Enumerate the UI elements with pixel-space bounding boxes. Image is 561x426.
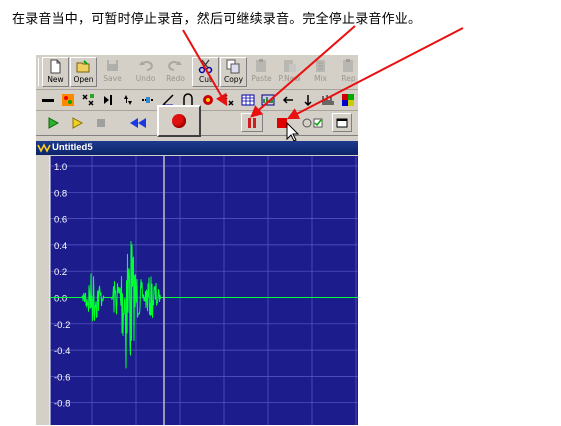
equalizer-icon	[241, 94, 255, 106]
open-folder-icon	[76, 60, 90, 73]
play-button[interactable]	[42, 113, 64, 132]
mix-button[interactable]: Mix	[307, 57, 334, 87]
record-icon	[172, 114, 186, 128]
replace-button[interactable]: Rep	[335, 57, 358, 87]
undo-button-label: Undo	[135, 74, 156, 83]
stretch-icon	[142, 97, 154, 103]
mix-icon	[316, 60, 325, 72]
tools-icon	[342, 94, 354, 106]
instruction-caption: 在录音当中，可暂时停止录音，然后可继续录音。完全停止录音作业。	[12, 12, 422, 27]
paste-button-label: Paste	[251, 74, 272, 83]
save-icon	[107, 60, 118, 71]
silence-button[interactable]	[40, 92, 56, 108]
paste-new-icon	[284, 60, 296, 72]
paste-button[interactable]: Paste	[248, 57, 275, 87]
undo-button[interactable]: Undo	[132, 57, 159, 87]
wave-file-icon	[37, 143, 51, 153]
amplify-button[interactable]	[120, 92, 136, 108]
record-settings-button[interactable]	[300, 113, 326, 132]
waveform-panel[interactable]: 1.0 0.8 0.6 0.4 0.2 0.0 -0.2 -0.4 -0.6 -0.8	[36, 156, 358, 425]
stop-recording-icon	[277, 117, 287, 128]
scissors-icon	[198, 59, 213, 74]
paste-icon	[256, 59, 266, 72]
vibrato-button[interactable]	[320, 92, 336, 108]
y-axis-label: 0.6	[54, 215, 67, 226]
noise-button[interactable]	[60, 92, 76, 108]
play-loop-icon	[72, 116, 83, 129]
paste-new-button-label: P.New	[278, 74, 301, 83]
copy-button-label: Copy	[223, 75, 244, 84]
window-icon	[336, 118, 348, 127]
audio-editor-window: New Open Save Undo Redo Cut Copy Paste P…	[36, 55, 358, 425]
window-mode-button[interactable]	[332, 113, 352, 132]
effects-button[interactable]	[200, 92, 216, 108]
play-icon	[48, 116, 59, 129]
new-button-label: New	[47, 75, 64, 84]
noise-icon	[62, 94, 74, 106]
normalize-button[interactable]	[80, 92, 96, 108]
open-button-label: Open	[73, 75, 94, 84]
y-axis-label: -0.2	[54, 320, 70, 331]
pause-button[interactable]	[241, 113, 263, 132]
y-axis-label: -0.6	[54, 372, 70, 383]
replace-button-label: Rep	[341, 74, 356, 83]
stop-recording-button[interactable]	[272, 113, 292, 132]
document-title-bar[interactable]: Untitled5	[36, 141, 358, 155]
redo-icon	[168, 61, 182, 71]
y-axis-label: -0.8	[54, 399, 70, 410]
silence-icon	[42, 99, 54, 102]
waveform-display[interactable]: 1.0 0.8 0.6 0.4 0.2 0.0 -0.2 -0.4 -0.6 -0.8	[36, 156, 358, 425]
invert-button[interactable]	[300, 92, 316, 108]
reverse-icon	[282, 96, 293, 104]
rewind-icon	[130, 117, 146, 128]
play-loop-button[interactable]	[66, 113, 88, 132]
rewind-button[interactable]	[126, 113, 150, 132]
open-button[interactable]: Open	[70, 57, 97, 87]
record-settings-icon	[302, 118, 323, 127]
save-button-label: Save	[103, 74, 122, 83]
new-file-icon	[50, 59, 61, 74]
effects-icon	[203, 95, 213, 105]
y-axis-label: 0.0	[54, 294, 67, 305]
amplify-icon	[124, 95, 132, 105]
y-axis-label: 0.4	[54, 241, 67, 252]
pause-icon	[248, 117, 256, 128]
undo-icon	[139, 61, 153, 71]
y-axis-label: -0.4	[54, 346, 70, 357]
replace-icon	[343, 59, 353, 72]
tools-button[interactable]	[340, 92, 356, 108]
insert-icon	[104, 95, 112, 105]
redo-button-label: Redo	[166, 74, 185, 83]
paste-new-button[interactable]: P.New	[276, 57, 303, 87]
copy-button[interactable]: Copy	[220, 57, 247, 87]
stop-playback-button[interactable]	[92, 113, 110, 132]
mix-button-label: Mix	[314, 74, 327, 83]
echo-button[interactable]	[220, 92, 236, 108]
copy-icon	[226, 59, 240, 74]
cut-button[interactable]: Cut	[192, 57, 219, 87]
invert-icon	[304, 95, 312, 107]
y-axis-label: 0.2	[54, 267, 67, 278]
echo-icon	[222, 94, 234, 106]
spectrum-button[interactable]	[260, 92, 276, 108]
stretch-button[interactable]	[140, 92, 156, 108]
document-title: Untitled5	[52, 142, 93, 153]
y-axis-label: 1.0	[54, 162, 67, 173]
record-button[interactable]	[157, 105, 201, 137]
normalize-icon	[82, 94, 94, 106]
insert-button[interactable]	[100, 92, 116, 108]
main-toolbar: New Open Save Undo Redo Cut Copy Paste P…	[36, 55, 358, 90]
spectrum-icon	[261, 94, 275, 106]
vibrato-icon	[322, 95, 334, 105]
redo-button[interactable]: Redo	[162, 57, 189, 87]
reverse-button[interactable]	[280, 92, 296, 108]
cut-button-label: Cut	[199, 75, 212, 84]
equalizer-button[interactable]	[240, 92, 256, 108]
save-button[interactable]: Save	[99, 57, 126, 87]
y-axis-label: 0.8	[54, 188, 67, 199]
stop-square-icon	[97, 118, 105, 127]
new-button[interactable]: New	[42, 57, 69, 87]
